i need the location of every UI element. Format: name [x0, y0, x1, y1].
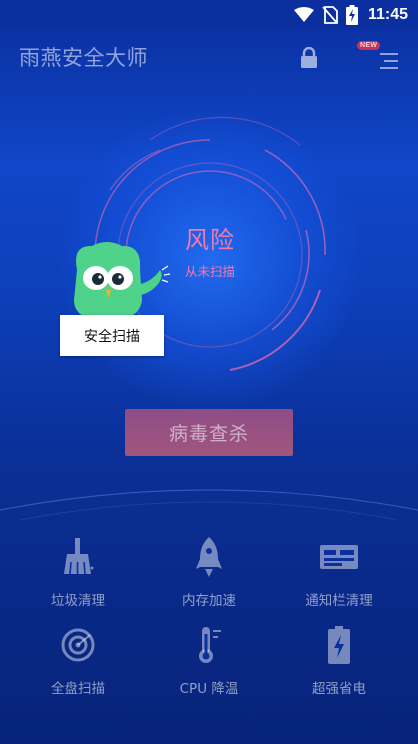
battery-bolt-icon [319, 625, 359, 665]
virus-scan-button[interactable]: 病毒查杀 [125, 409, 293, 456]
tool-memory-boost[interactable]: 内存加速 [144, 537, 274, 617]
broom-icon [58, 537, 98, 577]
security-scan-tooltip[interactable]: 安全扫描 [60, 315, 164, 356]
tool-full-scan[interactable]: 全盘扫描 [13, 625, 143, 705]
notification-bar-icon [319, 537, 359, 577]
thermometer-icon [189, 625, 229, 665]
tool-notification-clean[interactable]: 通知栏清理 [274, 537, 404, 617]
radar-rings [94, 116, 326, 371]
tool-label: 超强省电 [312, 681, 366, 697]
tool-power-save[interactable]: 超强省电 [274, 625, 404, 705]
tool-label: 内存加速 [182, 593, 236, 609]
tool-junk-clean[interactable]: 垃圾清理 [13, 537, 143, 617]
tool-cpu-cool[interactable]: CPU 降温 [144, 625, 274, 705]
arc-divider [0, 489, 418, 521]
tool-label: 全盘扫描 [51, 681, 105, 697]
tool-label: 通知栏清理 [305, 593, 373, 609]
target-scan-icon [58, 625, 98, 665]
rocket-icon [189, 537, 229, 577]
tool-label: CPU 降温 [179, 681, 239, 697]
tool-label: 垃圾清理 [51, 593, 105, 609]
